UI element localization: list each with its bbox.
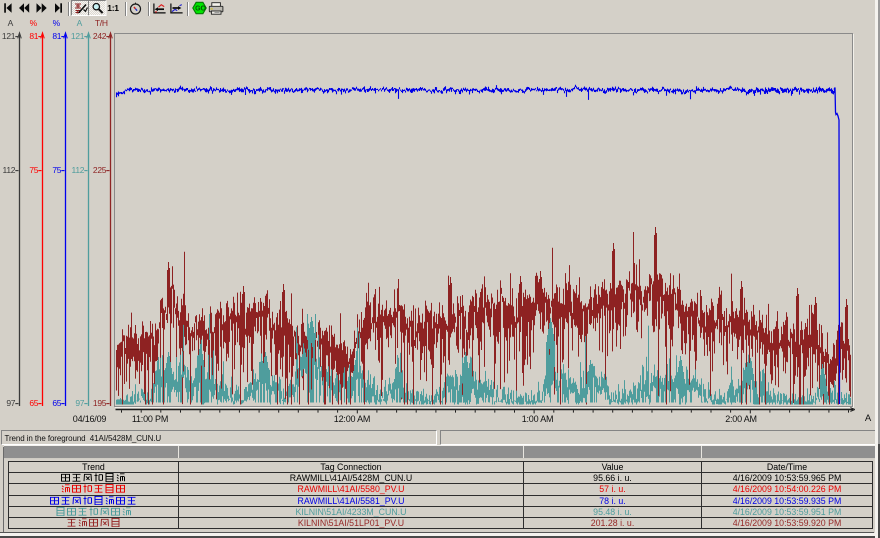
svg-text:GO: GO bbox=[195, 6, 206, 13]
